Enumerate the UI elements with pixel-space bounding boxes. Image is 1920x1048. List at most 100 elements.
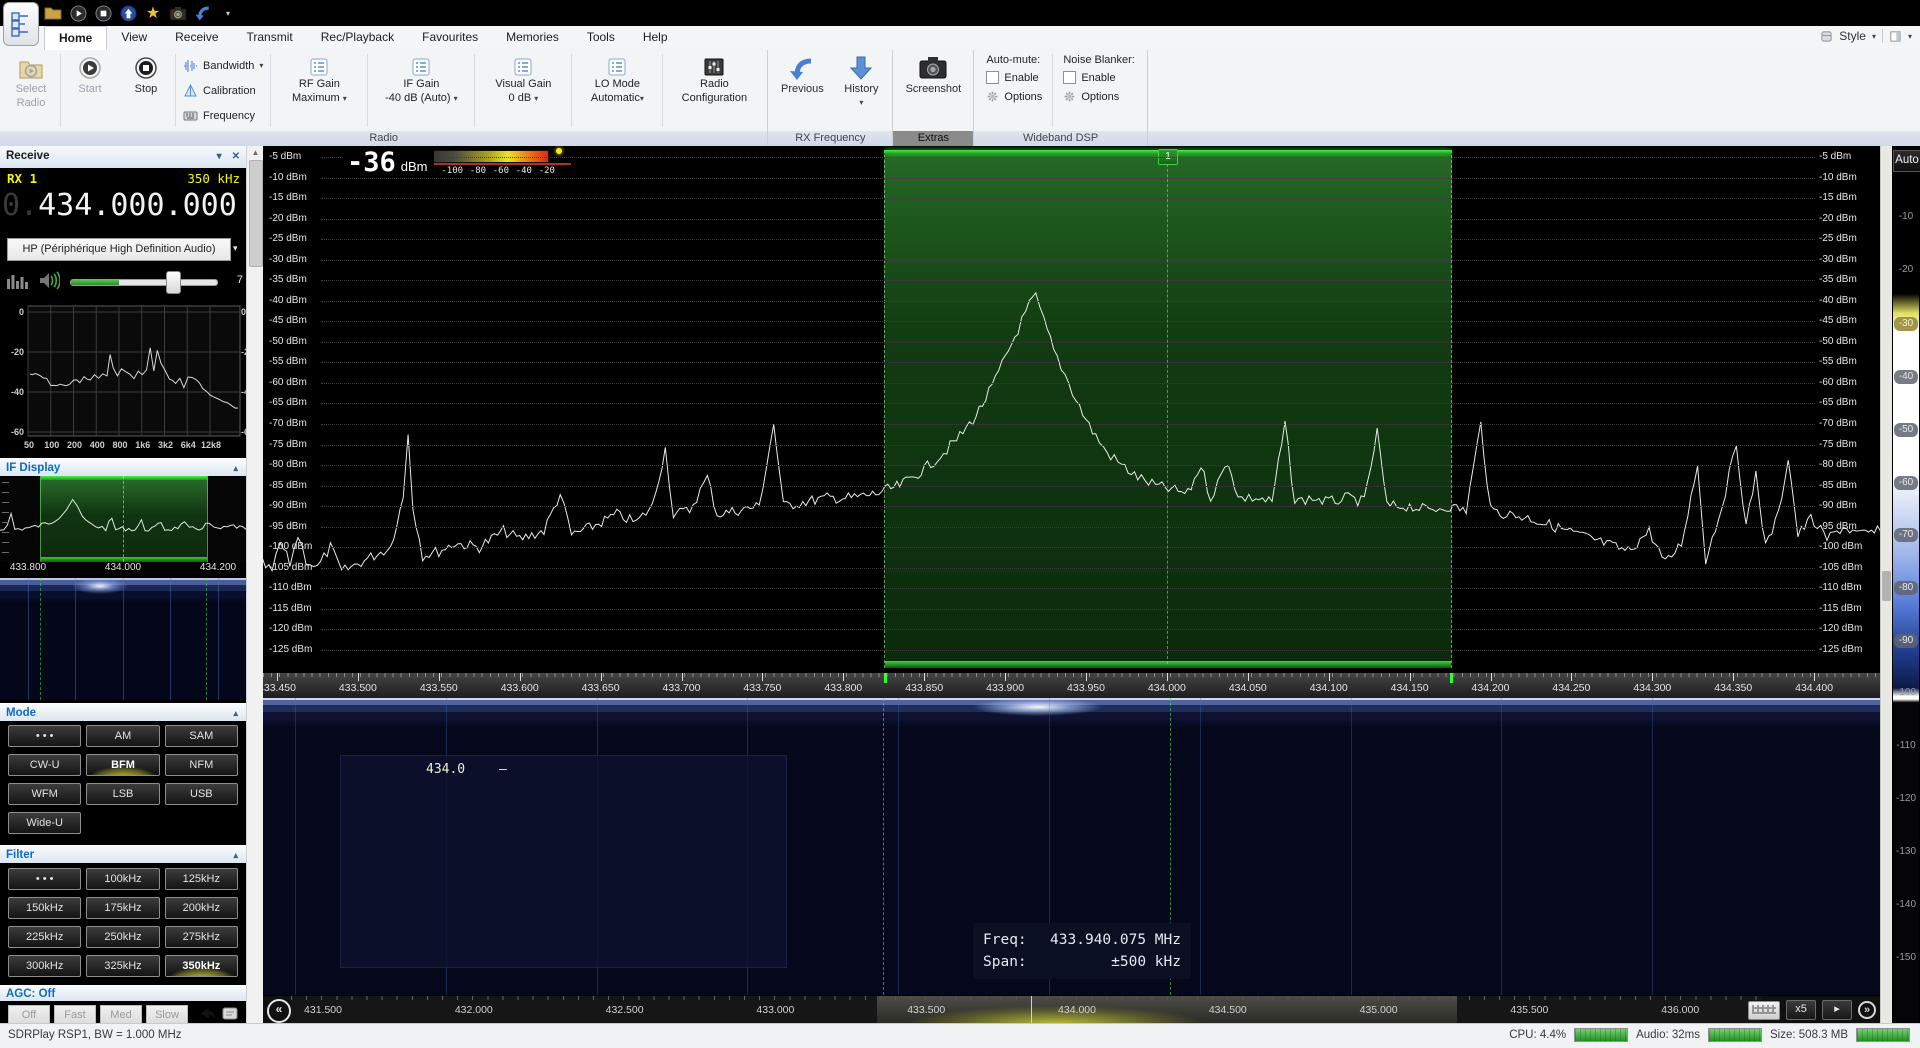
undo-icon[interactable] (194, 4, 212, 22)
tab-tools[interactable]: Tools (573, 26, 629, 50)
checkbox-icon[interactable] (986, 71, 999, 84)
screenshot-button[interactable]: Screenshot (896, 51, 970, 130)
tab-rec-playback[interactable]: Rec/Playback (307, 26, 408, 50)
lo-mode-dropdown[interactable]: LO Mode Automatic▾ (573, 51, 661, 130)
tab-help[interactable]: Help (629, 26, 682, 50)
collapse-icon[interactable]: ▴ (233, 459, 238, 477)
tab-transmit[interactable]: Transmit (233, 26, 307, 50)
step-right-button[interactable]: ▸ (1822, 1000, 1852, 1020)
stop-button[interactable]: Stop (118, 51, 174, 130)
scrollbar-thumb[interactable] (249, 160, 263, 267)
mode-bfm[interactable]: BFM (86, 754, 159, 776)
filter-325khz[interactable]: 325kHz (86, 955, 159, 977)
frequency-button[interactable]: Frequency (183, 107, 263, 124)
mute-speaker-icon[interactable] (38, 271, 60, 290)
if-gain-dropdown[interactable]: IF Gain -40 dB (Auto) ▾ (369, 51, 473, 130)
if-display-panel[interactable] (0, 476, 246, 562)
mode-sam[interactable]: SAM (165, 725, 238, 747)
mode-nfm[interactable]: NFM (165, 754, 238, 776)
tab-home[interactable]: Home (44, 26, 107, 51)
panel-close-icon[interactable]: ✕ (232, 146, 240, 167)
audio-device-caret-icon[interactable]: ▾ (233, 243, 238, 254)
scale-tick--10[interactable]: -10 (1893, 211, 1919, 222)
filter-275khz[interactable]: 275kHz (165, 926, 238, 948)
if-display-header[interactable]: IF Display ▴ (0, 458, 246, 476)
automute-enable-checkbox[interactable]: Enable (986, 70, 1042, 85)
auto-contrast-button[interactable]: Auto (1893, 150, 1920, 172)
mode-[interactable]: • • • (8, 725, 81, 747)
collapse-icon[interactable]: ▴ (233, 846, 238, 864)
style-caret-icon[interactable]: ▾ (1872, 32, 1876, 41)
open-file-icon[interactable] (44, 4, 62, 22)
transmit-icon[interactable] (119, 4, 137, 22)
scale-tick--140[interactable]: -140 (1893, 899, 1919, 910)
if-waterfall[interactable] (0, 578, 246, 700)
scale-tick--150[interactable]: -150 (1893, 952, 1919, 963)
filter-125khz[interactable]: 125kHz (165, 868, 238, 890)
audio-device-dropdown[interactable]: HP (Périphérique High Definition Audio) (7, 238, 231, 261)
start-button[interactable]: Start (62, 51, 118, 130)
mode-lsb[interactable]: LSB (86, 783, 159, 805)
rf-gain-dropdown[interactable]: RF Gain Maximum ▾ (272, 51, 366, 130)
volume-slider[interactable] (70, 279, 218, 286)
filter-350khz[interactable]: 350kHz (165, 955, 238, 977)
filter-250khz[interactable]: 250kHz (86, 926, 159, 948)
history-dropdown[interactable]: History ▾ (833, 51, 889, 130)
scale-tick--80[interactable]: -80 (1894, 581, 1918, 595)
scale-tick--70[interactable]: -70 (1894, 528, 1918, 542)
favourite-icon[interactable]: ★ (144, 4, 162, 22)
filter-200khz[interactable]: 200kHz (165, 897, 238, 919)
undo-small-icon[interactable] (198, 1006, 216, 1021)
visual-gain-dropdown[interactable]: Visual Gain 0 dB ▾ (476, 51, 570, 130)
scale-tick--130[interactable]: -130 (1893, 846, 1919, 857)
equalizer-icon[interactable] (7, 273, 29, 289)
panel-caret-icon[interactable]: ▾ (1908, 32, 1912, 41)
tab-memories[interactable]: Memories (492, 26, 573, 50)
agc-off[interactable]: Off (8, 1005, 50, 1023)
mode-usb[interactable]: USB (165, 783, 238, 805)
spectrum-frequency-ruler[interactable]: 433.450433.500433.550433.600433.650433.7… (263, 672, 1880, 698)
rx-frequency-panel[interactable]: RX 1 350 kHz 0.434.000.000 (0, 168, 246, 232)
notes-icon[interactable] (222, 1007, 238, 1020)
checkbox-icon[interactable] (1063, 71, 1076, 84)
radio-configuration-button[interactable]: Radio Configuration (664, 51, 764, 130)
contrast-gradient-scale[interactable]: -10-20-30-40-50-60-70-80-90-100-110-120-… (1893, 175, 1919, 1023)
mode-wideu[interactable]: Wide-U (8, 812, 81, 834)
nav-back-button[interactable]: « (267, 999, 291, 1023)
noise-blanker-enable-checkbox[interactable]: Enable (1063, 70, 1135, 85)
tab-receive[interactable]: Receive (161, 26, 232, 50)
panel-menu-caret-icon[interactable]: ▾ (217, 146, 222, 167)
sidebar-scrollbar[interactable]: ▲ (246, 146, 263, 1023)
agc-fast[interactable]: Fast (54, 1005, 96, 1023)
automute-options-button[interactable]: Options (986, 89, 1042, 104)
agc-slow[interactable]: Slow (146, 1005, 188, 1023)
scale-tick--90[interactable]: -90 (1894, 634, 1918, 648)
scale-tick--110[interactable]: -110 (1893, 740, 1919, 751)
style-menu[interactable]: Style (1839, 29, 1866, 43)
mode-wfm[interactable]: WFM (8, 783, 81, 805)
display-splitter[interactable] (1880, 146, 1892, 1023)
scale-tick--30[interactable]: -30 (1894, 317, 1918, 331)
receive-panel-header[interactable]: Receive ▾✕ (0, 146, 246, 168)
tab-favourites[interactable]: Favourites (408, 26, 492, 50)
calibration-button[interactable]: Calibration (183, 82, 263, 99)
scale-tick--120[interactable]: -120 (1893, 793, 1919, 804)
frequency-display[interactable]: 0.434.000.000 (2, 188, 237, 223)
scroll-up-icon[interactable]: ▲ (247, 148, 264, 157)
tab-view[interactable]: View (107, 26, 161, 50)
filter-[interactable]: • • • (8, 868, 81, 890)
volume-slider-thumb[interactable] (166, 271, 181, 294)
theme-icon[interactable] (1820, 30, 1833, 43)
application-menu-button[interactable] (3, 2, 39, 46)
nav-forward-button[interactable]: » (1858, 1001, 1876, 1019)
noise-blanker-options-button[interactable]: Options (1063, 89, 1135, 104)
previous-frequency-button[interactable]: Previous (771, 51, 833, 130)
wideband-waterfall[interactable]: 434.0 – Freq:433.940.075 MHz Span:±500 k… (263, 698, 1880, 995)
select-radio-button[interactable]: Select Radio (3, 51, 59, 130)
screenshot-icon[interactable] (169, 4, 187, 22)
agc-med[interactable]: Med (100, 1005, 142, 1023)
scale-tick--60[interactable]: -60 (1894, 476, 1918, 490)
splitter-handle[interactable] (1882, 571, 1891, 601)
filter-150khz[interactable]: 150kHz (8, 897, 81, 919)
filter-175khz[interactable]: 175kHz (86, 897, 159, 919)
